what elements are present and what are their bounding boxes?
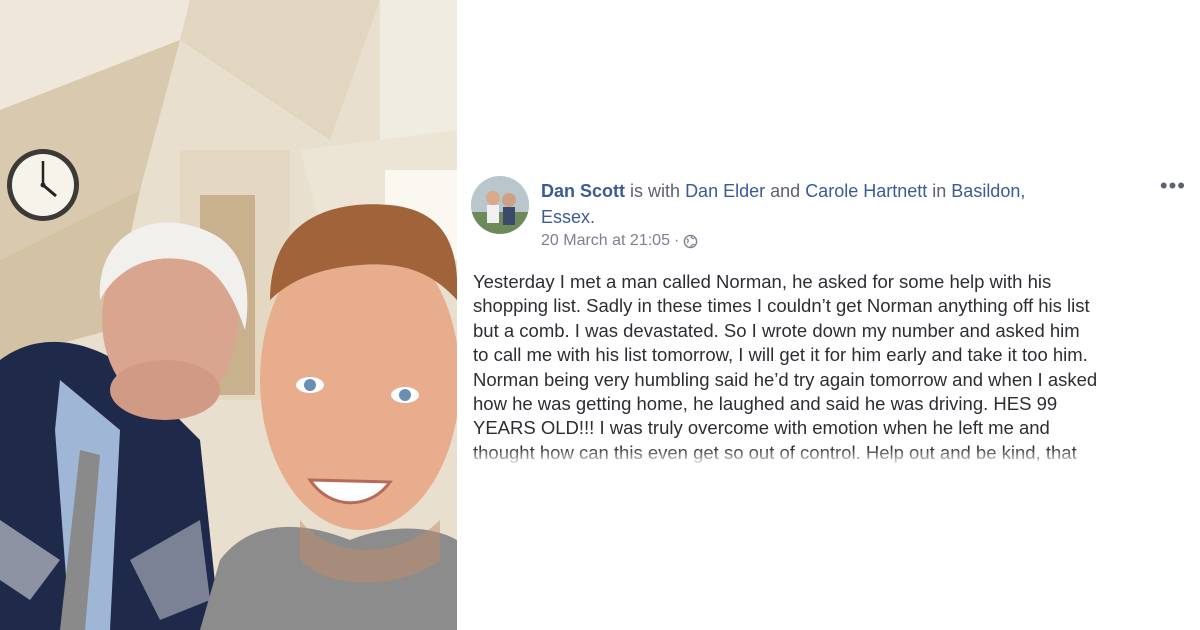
and-text: and xyxy=(770,181,801,201)
meta-separator: · xyxy=(673,232,680,249)
post-body-line: but a comb. I was devastated. So I wrote… xyxy=(473,319,1080,341)
location-link-continued[interactable]: Essex. xyxy=(541,207,595,227)
post-body: Yesterday I met a man called Norman, he … xyxy=(473,270,1193,466)
text-fade-overlay xyxy=(473,448,1193,466)
post-body-line: Yesterday I met a man called Norman, he … xyxy=(473,271,1052,292)
tagged-user-link[interactable]: Carole Hartnett xyxy=(805,181,927,201)
with-text: is with xyxy=(630,181,681,201)
post-header-text: Dan Scott is with Dan Elder and Carole H… xyxy=(541,178,1121,230)
location-link[interactable]: Basildon, xyxy=(951,181,1025,201)
author-name-link[interactable]: Dan Scott xyxy=(541,181,625,201)
wall-clock-icon xyxy=(7,149,79,221)
tagged-user-link[interactable]: Dan Elder xyxy=(685,181,765,201)
post-body-line: YEARS OLD!!! I was truly overcome with e… xyxy=(473,417,1050,439)
author-avatar[interactable] xyxy=(471,176,529,234)
post-header: Dan Scott is with Dan Elder and Carole H… xyxy=(471,175,1186,256)
more-options-icon[interactable]: ••• xyxy=(1160,175,1186,197)
globe-icon-svg xyxy=(684,234,698,248)
selfie-photo xyxy=(0,0,457,630)
photo-illustration xyxy=(0,0,457,630)
avatar-image xyxy=(471,176,529,234)
post-body-line: Norman being very humbling said he’d try… xyxy=(473,368,1098,390)
post-meta: 20 March at 21:05 · xyxy=(541,232,698,250)
facebook-post: Dan Scott is with Dan Elder and Carole H… xyxy=(457,0,1200,630)
globe-icon[interactable] xyxy=(683,234,698,249)
post-body-line: to call me with his list tomorrow, I wil… xyxy=(473,344,1088,366)
post-body-line: shopping list. Sadly in these times I co… xyxy=(473,295,1090,317)
post-body-line: how he was getting home, he laughed and … xyxy=(473,393,1058,415)
post-timestamp[interactable]: 20 March at 21:05 xyxy=(541,232,670,250)
in-text: in xyxy=(932,181,947,201)
